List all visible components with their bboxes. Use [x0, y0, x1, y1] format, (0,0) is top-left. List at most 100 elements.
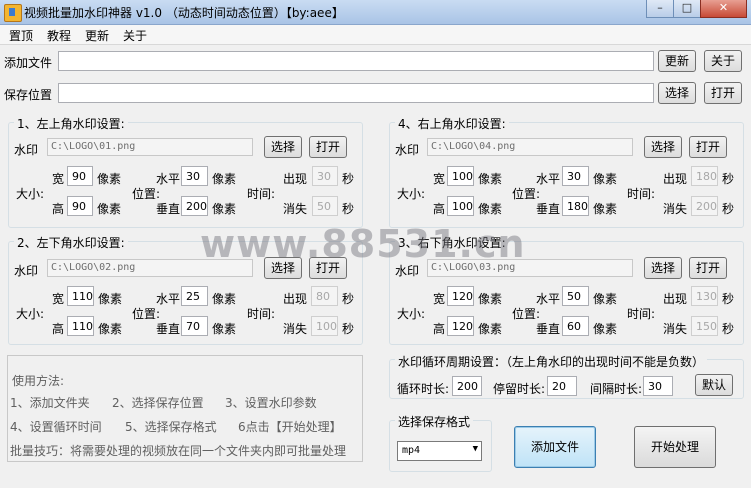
- menu-tutorial[interactable]: 教程: [47, 27, 71, 44]
- menu-update[interactable]: 更新: [85, 27, 109, 44]
- open-save-button[interactable]: 打开: [704, 82, 742, 104]
- usage-step-2: 2、选择保存位置: [112, 396, 204, 410]
- menu-about[interactable]: 关于: [123, 27, 147, 44]
- window-title: 视频批量加水印神器 v1.0 （动态时间动态位置）【by:aee】: [24, 6, 344, 20]
- tl-path-input[interactable]: C:\LOGO\01.png: [47, 138, 253, 156]
- px-label: 像素: [478, 322, 503, 336]
- panel-top-left-title: 1、左上角水印设置:: [14, 115, 128, 132]
- app-icon: [4, 4, 22, 22]
- bl-y-input[interactable]: 70: [181, 316, 208, 336]
- appear-label: 出现: [283, 172, 308, 186]
- br-x-input[interactable]: 50: [562, 286, 589, 306]
- add-file-action-button[interactable]: 添加文件: [514, 426, 596, 468]
- about-button[interactable]: 关于: [704, 50, 742, 72]
- tl-width-input[interactable]: 90: [67, 166, 93, 186]
- tr-y-input[interactable]: 180: [562, 196, 589, 216]
- time-label: 时间:: [247, 307, 276, 321]
- tr-height-input[interactable]: 100: [447, 196, 474, 216]
- usage-step-6: 6点击【开始处理】: [238, 420, 342, 434]
- format-selected-value: mp4: [402, 445, 421, 456]
- tr-appear-input[interactable]: 180: [691, 166, 718, 186]
- px-label: 像素: [97, 172, 122, 186]
- bl-disappear-input[interactable]: 100: [311, 316, 338, 336]
- stay-label: 停留时长:: [493, 382, 546, 396]
- format-title: 选择保存格式: [395, 413, 474, 430]
- sec-label: 秒: [722, 202, 735, 216]
- tl-choose-button[interactable]: 选择: [264, 136, 302, 158]
- minimize-button[interactable]: –: [646, 0, 674, 18]
- height-label: 高: [52, 322, 65, 336]
- horizontal-label: 水平: [156, 172, 181, 186]
- close-button[interactable]: ✕: [700, 0, 747, 18]
- format-select[interactable]: mp4 ▼: [397, 441, 482, 461]
- vertical-label: 垂直: [156, 322, 181, 336]
- bl-width-input[interactable]: 110: [67, 286, 94, 306]
- chevron-down-icon: ▼: [472, 444, 478, 454]
- px-label: 像素: [478, 202, 503, 216]
- start-processing-button[interactable]: 开始处理: [634, 426, 716, 468]
- height-label: 高: [52, 202, 65, 216]
- save-location-input[interactable]: [58, 83, 654, 103]
- horizontal-label: 水平: [536, 172, 561, 186]
- interval-label: 间隔时长:: [590, 382, 643, 396]
- time-label: 时间:: [627, 307, 656, 321]
- height-label: 高: [433, 322, 446, 336]
- interval-input[interactable]: 30: [643, 376, 673, 396]
- tl-open-button[interactable]: 打开: [309, 136, 347, 158]
- br-choose-button[interactable]: 选择: [644, 257, 682, 279]
- tr-disappear-input[interactable]: 200: [691, 196, 718, 216]
- br-height-input[interactable]: 120: [447, 316, 474, 336]
- px-label: 像素: [593, 292, 618, 306]
- tl-x-input[interactable]: 30: [181, 166, 208, 186]
- br-open-button[interactable]: 打开: [689, 257, 727, 279]
- maximize-button[interactable]: □: [673, 0, 701, 18]
- disappear-label: 消失: [663, 202, 688, 216]
- stay-input[interactable]: 20: [547, 376, 577, 396]
- size-label: 大小:: [397, 307, 426, 321]
- default-button[interactable]: 默认: [695, 374, 733, 396]
- bl-appear-input[interactable]: 80: [311, 286, 338, 306]
- update-button[interactable]: 更新: [658, 50, 696, 72]
- px-label: 像素: [98, 292, 123, 306]
- size-label: 大小:: [397, 187, 426, 201]
- bl-x-input[interactable]: 25: [181, 286, 208, 306]
- watermark-label: 水印: [14, 264, 39, 278]
- px-label: 像素: [98, 322, 123, 336]
- menu-pin-top[interactable]: 置顶: [9, 27, 33, 44]
- tl-appear-input[interactable]: 30: [312, 166, 338, 186]
- width-label: 宽: [52, 292, 65, 306]
- time-label: 时间:: [627, 187, 656, 201]
- sec-label: 秒: [342, 292, 355, 306]
- loop-input[interactable]: 200: [452, 376, 482, 396]
- br-y-input[interactable]: 60: [562, 316, 589, 336]
- tl-y-input[interactable]: 200: [181, 196, 208, 216]
- sec-label: 秒: [342, 172, 355, 186]
- horizontal-label: 水平: [156, 292, 181, 306]
- appear-label: 出现: [663, 292, 688, 306]
- sec-label: 秒: [722, 292, 735, 306]
- px-label: 像素: [212, 172, 237, 186]
- vertical-label: 垂直: [156, 202, 181, 216]
- choose-save-button[interactable]: 选择: [658, 82, 696, 104]
- px-label: 像素: [212, 292, 237, 306]
- height-label: 高: [433, 202, 446, 216]
- add-file-input[interactable]: [58, 51, 654, 71]
- disappear-label: 消失: [283, 322, 308, 336]
- br-width-input[interactable]: 120: [447, 286, 474, 306]
- tr-x-input[interactable]: 30: [562, 166, 589, 186]
- usage-step-5: 5、选择保存格式: [125, 420, 217, 434]
- tr-choose-button[interactable]: 选择: [644, 136, 682, 158]
- tr-path-input[interactable]: C:\LOGO\04.png: [427, 138, 633, 156]
- tl-height-input[interactable]: 90: [67, 196, 93, 216]
- px-label: 像素: [593, 322, 618, 336]
- watermark-label: 水印: [14, 143, 39, 157]
- vertical-label: 垂直: [536, 202, 561, 216]
- tl-disappear-input[interactable]: 50: [312, 196, 338, 216]
- tr-open-button[interactable]: 打开: [689, 136, 727, 158]
- size-label: 大小:: [16, 307, 45, 321]
- tr-width-input[interactable]: 100: [447, 166, 474, 186]
- br-disappear-input[interactable]: 150: [691, 316, 718, 336]
- br-appear-input[interactable]: 130: [691, 286, 718, 306]
- width-label: 宽: [433, 172, 446, 186]
- bl-height-input[interactable]: 110: [67, 316, 94, 336]
